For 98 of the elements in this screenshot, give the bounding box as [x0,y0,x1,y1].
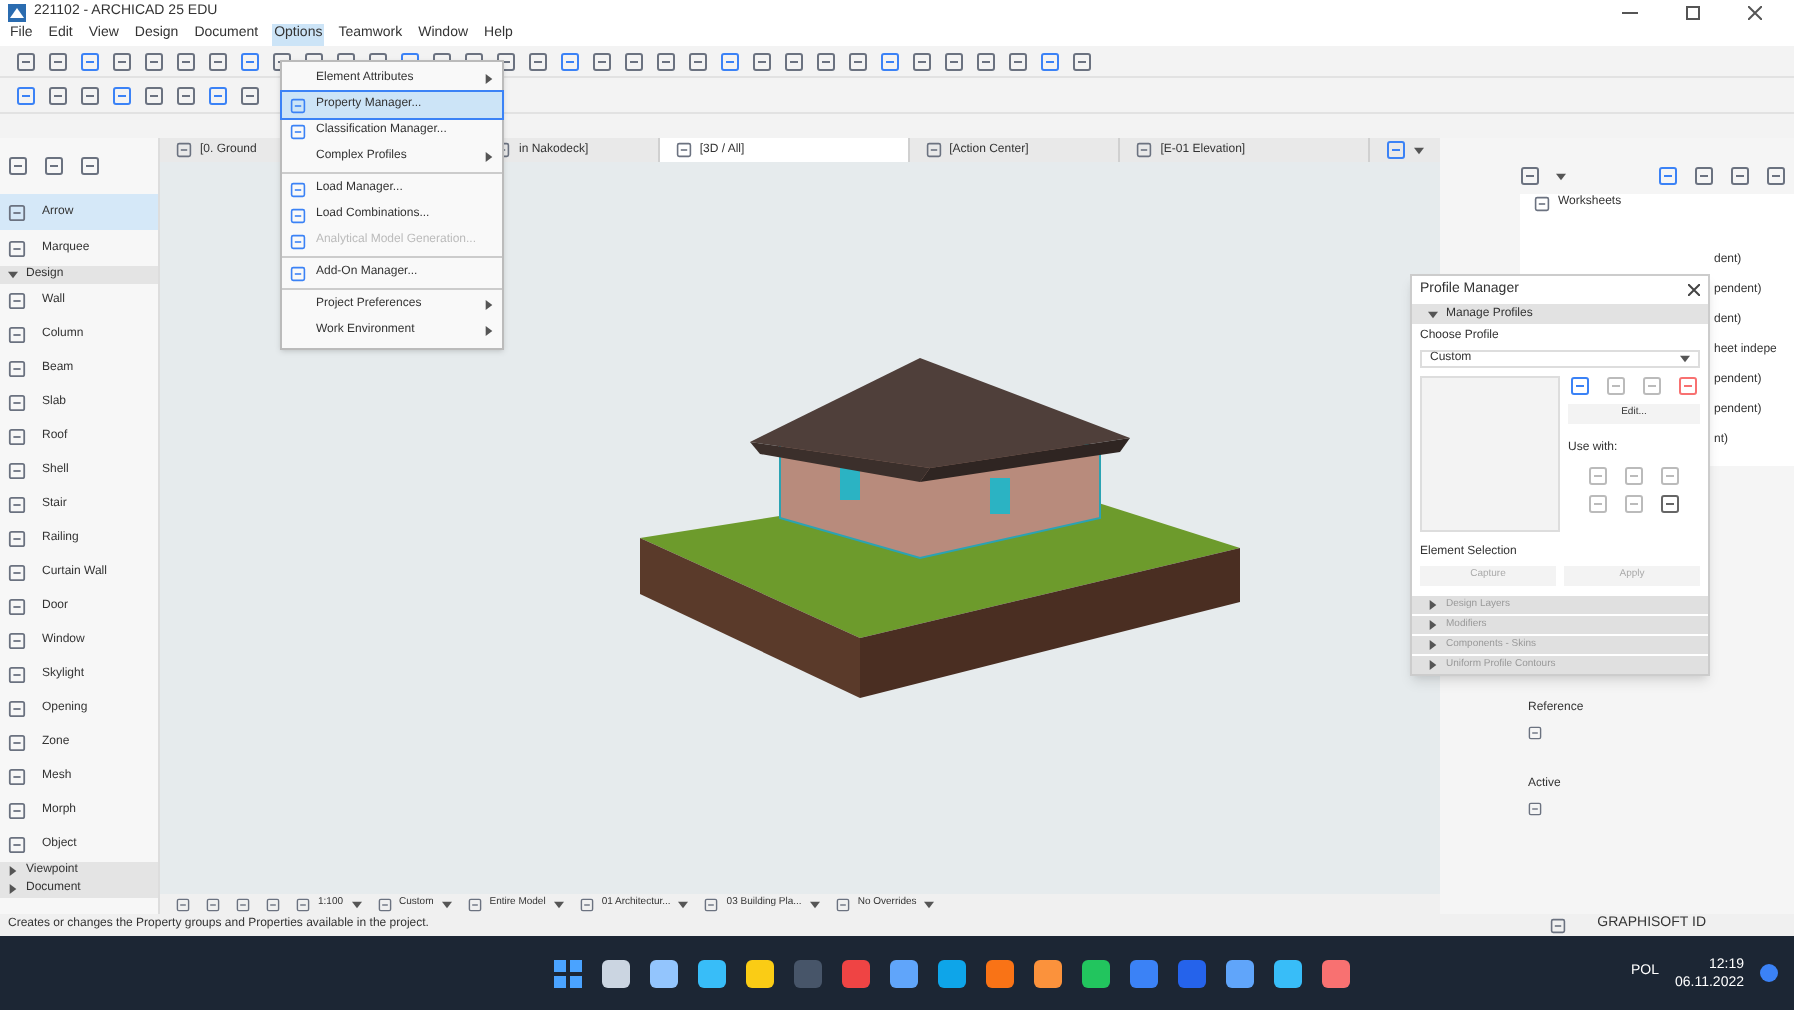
app-icon[interactable] [1274,959,1303,987]
app-icon[interactable] [1226,959,1255,987]
toolbar-icon[interactable] [579,897,594,911]
tool-icon[interactable] [8,360,26,378]
toolbar-icon[interactable] [656,51,676,71]
toolbar-icon[interactable] [377,897,392,911]
toolbar-icon[interactable] [816,51,836,71]
view-icon[interactable] [1136,142,1153,158]
toolbar-icon[interactable] [176,51,196,71]
toolbar-icon[interactable] [112,51,132,71]
toolbar-icon[interactable] [16,51,36,71]
toolbar-icon[interactable] [848,51,868,71]
tool-icon[interactable] [8,394,26,412]
caret-icon [553,899,564,909]
app-icon[interactable] [1130,959,1159,987]
tool-icon[interactable] [8,428,26,446]
toolbar-icon[interactable] [1008,51,1028,71]
tool-icon[interactable] [8,700,26,718]
caret-icon [809,899,820,909]
toolbar-icon[interactable] [296,897,310,911]
tool-icon[interactable] [8,462,26,480]
caret-icon [1680,354,1690,364]
app-icon[interactable] [890,959,919,987]
tool-icon[interactable] [8,496,26,514]
toolbar-icon[interactable] [208,51,228,71]
tool-icon[interactable] [8,666,26,684]
expanded-arrow-icon [8,270,18,280]
tool-icon[interactable] [8,802,26,820]
toolbar-icon[interactable] [835,897,850,911]
caret-icon [678,899,689,909]
toolbar-icon[interactable] [16,85,36,105]
tool-icon[interactable] [8,564,26,582]
menu-icon[interactable] [290,97,306,113]
app-icon[interactable] [650,959,679,987]
toolbar-icon[interactable] [784,51,804,71]
toolbar-icon[interactable] [240,51,260,71]
view-icon[interactable] [176,142,192,158]
view-icon[interactable] [675,142,692,158]
restore-icon[interactable] [1686,5,1700,19]
toolbar-icon[interactable] [80,51,100,71]
tool-icon[interactable] [8,734,26,752]
toolbar-icon[interactable] [467,897,482,911]
app-icon[interactable] [698,959,727,987]
tool-icon[interactable] [8,632,26,650]
tool-icon[interactable] [8,530,26,548]
app-icon[interactable] [746,959,775,987]
tool-icon[interactable] [8,598,26,616]
caret-icon [1556,171,1566,181]
toolbar-icon[interactable] [944,51,964,71]
toolbar-icon[interactable] [1040,51,1060,71]
close-icon[interactable] [1748,5,1762,19]
toolbar-icon[interactable] [48,85,68,105]
toolbar-icon[interactable] [48,51,68,71]
app-icon[interactable] [1082,959,1111,987]
menu-icon[interactable] [290,181,306,197]
minimize-icon[interactable] [1622,11,1638,13]
tool-icon[interactable] [8,836,26,854]
toolbar-icon[interactable] [880,51,900,71]
app-icon[interactable] [602,959,631,987]
toolbar-icon[interactable] [80,85,100,105]
app-icon[interactable] [1322,959,1351,987]
menu-icon[interactable] [290,207,306,223]
toolbar-icon[interactable] [112,85,132,105]
toolbar-icon[interactable] [624,51,644,71]
app-icon[interactable] [986,959,1015,987]
tool-icon[interactable] [8,768,26,786]
toolbar-icon[interactable] [528,51,548,71]
toolbar-icon[interactable] [176,85,196,105]
tool-icon[interactable] [8,239,26,257]
caret-icon [351,899,362,909]
toolbar-icon[interactable] [704,897,719,911]
toolbar-icon[interactable] [752,51,772,71]
toolbar-icon[interactable] [208,85,228,105]
close-icon[interactable] [1688,284,1700,296]
toolbar-icon[interactable] [592,51,612,71]
menu-icon[interactable] [290,123,306,139]
expanded-arrow-icon [1428,309,1438,319]
tool-icon[interactable] [8,292,26,310]
caret-icon [1414,145,1425,155]
app-icon[interactable] [1034,959,1063,987]
tool-icon[interactable] [8,326,26,344]
caret-icon [924,899,935,909]
toolbar-icon[interactable] [144,51,164,71]
tool-icon[interactable] [8,203,26,221]
caret-icon [441,899,452,909]
toolbar-icon[interactable] [976,51,996,71]
toolbar-icon[interactable] [144,85,164,105]
toolbar-icon[interactable] [1072,51,1092,71]
toolbar-icon[interactable] [560,51,580,71]
toolbar-icon[interactable] [912,51,932,71]
view-icon[interactable] [925,142,942,158]
toolbar-icon[interactable] [688,51,708,71]
windows-start-icon[interactable] [554,959,583,987]
menu-icon[interactable] [290,265,306,281]
toolbar-icon[interactable] [720,51,740,71]
notification-icon[interactable] [1760,964,1778,982]
app-icon[interactable] [938,959,967,987]
toolbar-icon[interactable] [240,85,260,105]
